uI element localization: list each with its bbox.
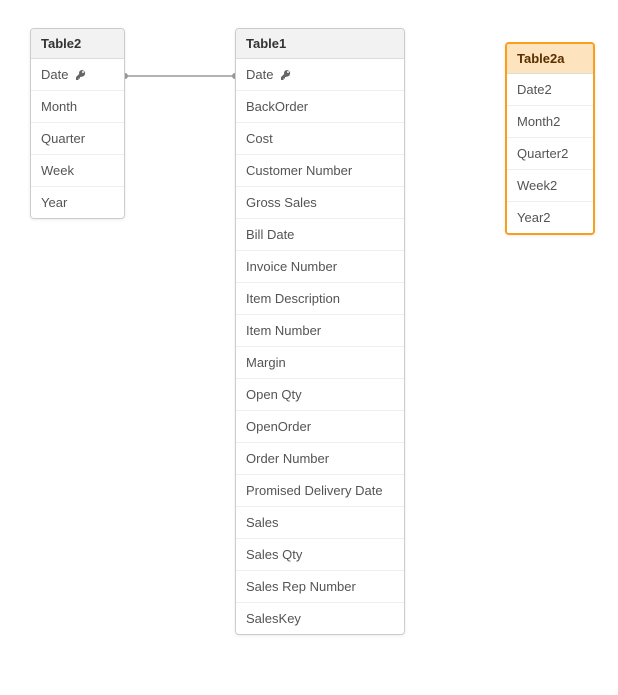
field-name: Date	[246, 67, 273, 82]
field-name: Date	[41, 67, 68, 82]
field-row[interactable]: Margin	[236, 347, 404, 379]
field-name: Gross Sales	[246, 195, 317, 210]
table-table1[interactable]: Table1 Date BackOrder Cost Customer Numb…	[235, 28, 405, 635]
field-name: Item Description	[246, 291, 340, 306]
field-name: Date2	[517, 82, 552, 97]
field-row[interactable]: Customer Number	[236, 155, 404, 187]
field-name: Customer Number	[246, 163, 352, 178]
field-row[interactable]: Open Qty	[236, 379, 404, 411]
field-row[interactable]: Date	[236, 59, 404, 91]
field-name: Margin	[246, 355, 286, 370]
field-name: Quarter2	[517, 146, 568, 161]
data-model-canvas: Table2 Date Month Quarter Week Year Tabl…	[0, 0, 618, 695]
field-row[interactable]: OpenOrder	[236, 411, 404, 443]
field-row[interactable]: Date2	[507, 74, 593, 106]
field-row[interactable]: Year2	[507, 202, 593, 233]
table-header[interactable]: Table2a	[507, 44, 593, 74]
field-name: Quarter	[41, 131, 85, 146]
field-row[interactable]: Promised Delivery Date	[236, 475, 404, 507]
field-name: Sales Qty	[246, 547, 302, 562]
field-row[interactable]: Bill Date	[236, 219, 404, 251]
field-row[interactable]: Week	[31, 155, 124, 187]
field-row[interactable]: Order Number	[236, 443, 404, 475]
field-row[interactable]: BackOrder	[236, 91, 404, 123]
table-header[interactable]: Table1	[236, 29, 404, 59]
key-icon	[75, 69, 87, 81]
field-row[interactable]: Sales	[236, 507, 404, 539]
field-name: Year2	[517, 210, 551, 225]
field-row[interactable]: Sales Qty	[236, 539, 404, 571]
field-row[interactable]: Sales Rep Number	[236, 571, 404, 603]
field-name: SalesKey	[246, 611, 301, 626]
field-row[interactable]: Month2	[507, 106, 593, 138]
table-table2[interactable]: Table2 Date Month Quarter Week Year	[30, 28, 125, 219]
field-name: Month	[41, 99, 77, 114]
field-row[interactable]: Year	[31, 187, 124, 218]
field-row[interactable]: Item Number	[236, 315, 404, 347]
field-row[interactable]: Week2	[507, 170, 593, 202]
field-row[interactable]: Quarter2	[507, 138, 593, 170]
field-name: Invoice Number	[246, 259, 337, 274]
field-name: Item Number	[246, 323, 321, 338]
field-row[interactable]: Invoice Number	[236, 251, 404, 283]
field-name: Sales	[246, 515, 279, 530]
field-name: Open Qty	[246, 387, 302, 402]
field-name: Month2	[517, 114, 560, 129]
field-row[interactable]: Month	[31, 91, 124, 123]
field-name: Year	[41, 195, 67, 210]
field-row[interactable]: Date	[31, 59, 124, 91]
field-row[interactable]: Cost	[236, 123, 404, 155]
field-row[interactable]: Gross Sales	[236, 187, 404, 219]
field-name: OpenOrder	[246, 419, 311, 434]
field-name: Promised Delivery Date	[246, 483, 383, 498]
field-row[interactable]: Quarter	[31, 123, 124, 155]
field-name: Bill Date	[246, 227, 294, 242]
field-row[interactable]: Item Description	[236, 283, 404, 315]
key-icon	[280, 69, 292, 81]
table-table2a[interactable]: Table2a Date2 Month2 Quarter2 Week2 Year…	[505, 42, 595, 235]
field-name: Cost	[246, 131, 273, 146]
field-row[interactable]: SalesKey	[236, 603, 404, 634]
table-header[interactable]: Table2	[31, 29, 124, 59]
field-name: Order Number	[246, 451, 329, 466]
field-name: BackOrder	[246, 99, 308, 114]
field-name: Week	[41, 163, 74, 178]
field-name: Week2	[517, 178, 557, 193]
field-name: Sales Rep Number	[246, 579, 356, 594]
